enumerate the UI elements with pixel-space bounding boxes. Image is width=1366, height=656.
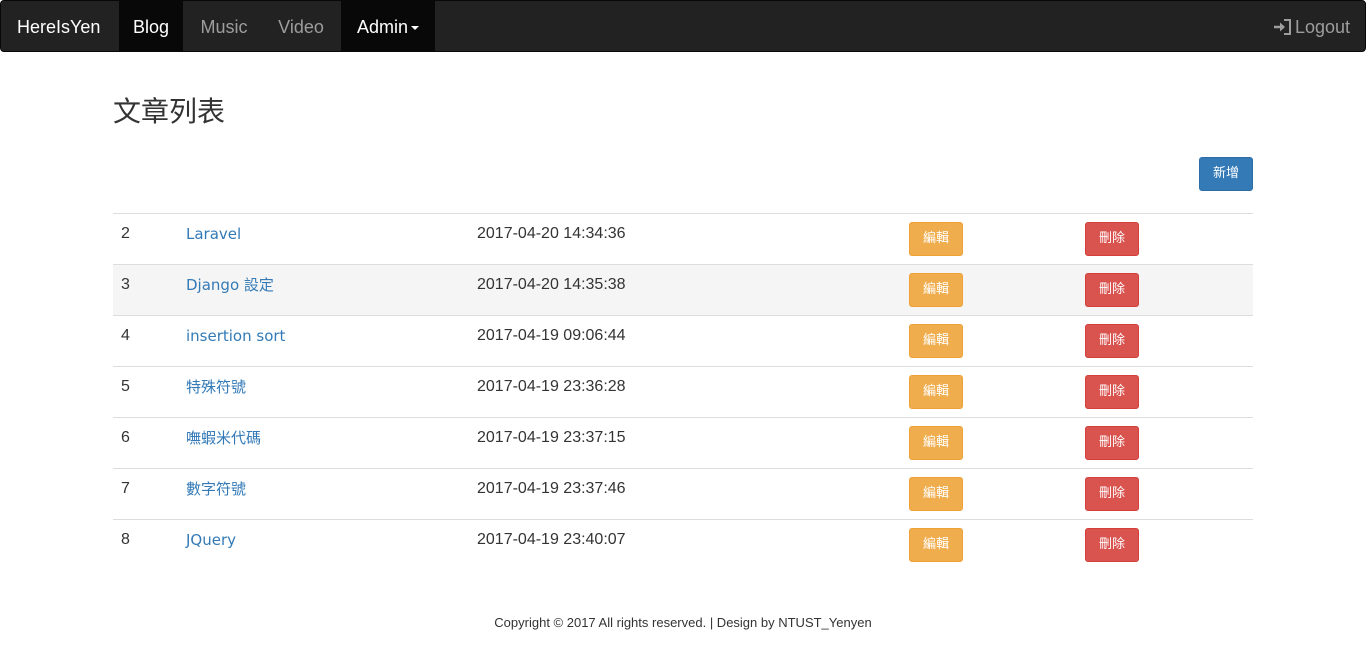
logout-link[interactable]: Logout: [1273, 1, 1350, 53]
brand-link[interactable]: HereIsYen: [17, 1, 100, 53]
caret-down-icon: [411, 26, 420, 31]
post-date: 2017-04-20 14:34:36: [477, 225, 626, 242]
edit-button[interactable]: 編輯: [909, 477, 963, 511]
post-title-link[interactable]: insertion sort: [186, 326, 285, 346]
row-id: 6: [121, 429, 130, 446]
delete-button[interactable]: 刪除: [1085, 375, 1139, 409]
edit-button[interactable]: 編輯: [909, 375, 963, 409]
post-date: 2017-04-19 23:36:28: [477, 378, 626, 395]
nav-admin-label: Admin: [356, 17, 409, 37]
nav-music[interactable]: Music: [187, 1, 261, 52]
post-date: 2017-04-19 23:37:15: [477, 429, 626, 446]
delete-button[interactable]: 刪除: [1085, 222, 1139, 256]
post-title-link[interactable]: Django 設定: [186, 275, 274, 295]
row-id: 3: [121, 276, 130, 293]
new-post-button[interactable]: 新增: [1199, 157, 1253, 191]
edit-button[interactable]: 編輯: [909, 528, 963, 562]
logout-label: Logout: [1294, 17, 1350, 37]
post-date: 2017-04-19 23:40:07: [477, 531, 626, 548]
footer-copyright: Copyright © 2017 All rights reserved. | …: [494, 615, 872, 630]
table-row: 2 Laravel 2017-04-20 14:34:36 編輯 刪除: [113, 213, 1253, 264]
row-id: 2: [121, 225, 130, 242]
table-row: 6 嘸蝦米代碼 2017-04-19 23:37:15 編輯 刪除: [113, 417, 1253, 468]
delete-button[interactable]: 刪除: [1085, 324, 1139, 358]
table-row: 3 Django 設定 2017-04-20 14:35:38 編輯 刪除: [113, 264, 1253, 315]
nav-video[interactable]: Video: [265, 1, 337, 52]
table-row: 8 JQuery 2017-04-19 23:40:07 編輯 刪除: [113, 519, 1253, 570]
table-row: 5 特殊符號 2017-04-19 23:36:28 編輯 刪除: [113, 366, 1253, 417]
post-title-link[interactable]: 嘸蝦米代碼: [186, 428, 261, 448]
edit-button[interactable]: 編輯: [909, 324, 963, 358]
row-id: 4: [121, 327, 130, 344]
post-title-link[interactable]: 特殊符號: [186, 377, 246, 397]
table-row: 4 insertion sort 2017-04-19 09:06:44 編輯 …: [113, 315, 1253, 366]
post-table: 2 Laravel 2017-04-20 14:34:36 編輯 刪除 3 Dj…: [113, 213, 1253, 570]
post-title-link[interactable]: Laravel: [186, 224, 241, 244]
page-title: 文章列表: [113, 95, 226, 128]
post-date: 2017-04-19 23:37:46: [477, 480, 626, 497]
nav-admin-dropdown[interactable]: Admin: [341, 1, 435, 52]
post-date: 2017-04-19 09:06:44: [477, 327, 626, 344]
top-navbar: HereIsYen Blog Music Video Admin Logout: [0, 0, 1366, 52]
log-in-icon: [1273, 19, 1291, 35]
delete-button[interactable]: 刪除: [1085, 477, 1139, 511]
delete-button[interactable]: 刪除: [1085, 528, 1139, 562]
post-title-link[interactable]: 數字符號: [186, 479, 246, 499]
row-id: 8: [121, 531, 130, 548]
post-date: 2017-04-20 14:35:38: [477, 276, 626, 293]
delete-button[interactable]: 刪除: [1085, 273, 1139, 307]
nav-blog[interactable]: Blog: [119, 1, 183, 52]
delete-button[interactable]: 刪除: [1085, 426, 1139, 460]
row-id: 7: [121, 480, 130, 497]
table-row: 7 數字符號 2017-04-19 23:37:46 編輯 刪除: [113, 468, 1253, 519]
edit-button[interactable]: 編輯: [909, 426, 963, 460]
edit-button[interactable]: 編輯: [909, 222, 963, 256]
post-title-link[interactable]: JQuery: [186, 530, 236, 550]
edit-button[interactable]: 編輯: [909, 273, 963, 307]
row-id: 5: [121, 378, 130, 395]
